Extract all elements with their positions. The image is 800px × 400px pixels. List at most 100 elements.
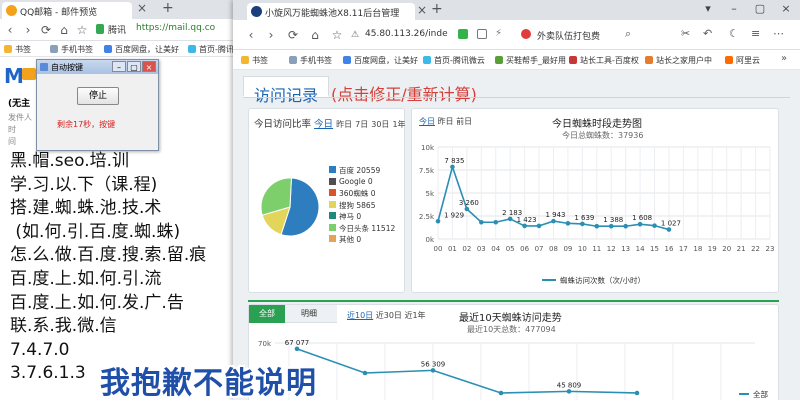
bookmark-item[interactable]: 买鞋帮手_最好用 xyxy=(495,55,566,66)
pie-legend-item[interactable]: 神马 0 xyxy=(329,211,361,222)
hourly-yesterday-link[interactable]: 昨日 xyxy=(438,117,454,126)
data-point[interactable] xyxy=(637,221,643,227)
back-icon[interactable]: ‹ xyxy=(243,27,259,43)
window-minimize-icon[interactable]: – xyxy=(721,2,747,15)
hourly-legend[interactable]: 蜘蛛访问次数（次/小时） xyxy=(542,275,645,286)
refresh-icon[interactable]: ⟳ xyxy=(285,27,301,43)
data-point[interactable] xyxy=(464,206,470,212)
minimize-button[interactable]: – xyxy=(112,61,126,72)
period-30d-link[interactable]: 30日 xyxy=(371,120,389,129)
right-url[interactable]: 45.80.113.26/inde xyxy=(365,29,448,39)
tab-visit-records[interactable]: 访问记录 xyxy=(243,76,330,105)
period-1y-link[interactable]: 1年 xyxy=(392,120,405,129)
dialog-title-bar[interactable]: 自动按键 – ▢ × xyxy=(37,60,158,74)
data-point[interactable] xyxy=(634,390,640,396)
hourly-daybefore-link[interactable]: 前日 xyxy=(456,117,472,126)
pie-legend-item[interactable]: 今日头条 11512 xyxy=(329,223,395,234)
search-box[interactable]: 外卖队伍打包费 xyxy=(537,29,600,42)
pie-legend-item[interactable]: 360蜘蛛 0 xyxy=(329,188,375,199)
close-tab-icon[interactable]: × xyxy=(417,3,427,17)
data-point[interactable] xyxy=(652,223,657,228)
pie-legend-item[interactable]: Google 0 xyxy=(329,177,373,186)
data-point[interactable] xyxy=(536,223,542,229)
recent10-1y-link[interactable]: 近1年 xyxy=(404,311,425,320)
data-point[interactable] xyxy=(522,223,527,229)
recent10-10d-link[interactable]: 近10日 xyxy=(347,311,373,320)
left-tab-qqmail[interactable]: QQ邮箱 - 邮件预览 xyxy=(2,2,132,19)
bookmark-item[interactable]: 站长之家用户中 xyxy=(645,55,712,66)
right-tab-admin[interactable]: 小旋风万能蜘蛛池X8.11后台管理 xyxy=(247,3,415,20)
back-icon[interactable]: ‹ xyxy=(2,22,18,38)
data-point[interactable] xyxy=(294,346,300,352)
data-point[interactable] xyxy=(479,219,484,225)
restore-button[interactable]: ▢ xyxy=(127,61,141,72)
undo-icon[interactable]: ↶ xyxy=(703,27,712,40)
data-point[interactable] xyxy=(666,227,672,232)
data-point[interactable] xyxy=(566,389,572,394)
pie-legend-item[interactable]: 搜狗 5865 xyxy=(329,200,375,211)
lightning-icon[interactable]: ⚡ xyxy=(495,28,502,39)
data-point[interactable] xyxy=(493,219,499,225)
period-yesterday-link[interactable]: 昨日 xyxy=(336,120,352,129)
data-point[interactable] xyxy=(623,223,628,229)
pie-legend-item[interactable]: 其他 0 xyxy=(329,234,361,245)
data-point[interactable] xyxy=(498,390,504,396)
tab-detail[interactable]: 明细 xyxy=(291,305,327,323)
pie-legend-item[interactable]: 百度 20559 xyxy=(329,165,380,176)
new-tab-icon[interactable]: + xyxy=(162,0,174,16)
hourly-today-link[interactable]: 今日 xyxy=(419,117,435,126)
bookmark-item[interactable]: 首页-腾讯微云 xyxy=(423,55,485,66)
window-maximize-icon[interactable]: ▢ xyxy=(747,2,773,15)
more-icon[interactable]: ⋯ xyxy=(773,27,784,40)
more-bookmarks-icon[interactable]: » xyxy=(781,53,787,64)
data-point[interactable] xyxy=(430,368,436,373)
qqmail-icon xyxy=(6,5,17,16)
data-point[interactable] xyxy=(580,221,585,227)
period-7d-link[interactable]: 7日 xyxy=(355,120,368,129)
data-point[interactable] xyxy=(551,218,556,224)
tab-menu-icon[interactable]: ▾ xyxy=(695,2,721,15)
menu-icon[interactable]: ≡ xyxy=(751,27,760,40)
bookmark-item[interactable]: 百度网盘，让美好 xyxy=(104,44,179,55)
close-button[interactable]: × xyxy=(142,61,156,72)
data-point[interactable] xyxy=(594,223,600,229)
bookmark-item[interactable]: 阿里云 xyxy=(725,55,760,66)
bookmark-item[interactable]: 书签 xyxy=(241,55,268,66)
data-point[interactable] xyxy=(507,216,513,222)
extension-icon[interactable] xyxy=(458,29,468,39)
period-today-link[interactable]: 今日 xyxy=(314,119,333,130)
bookmark-star-icon[interactable]: ☆ xyxy=(74,22,90,38)
reader-icon[interactable] xyxy=(477,29,487,39)
bookmark-item[interactable]: 首页-腾讯微 xyxy=(188,44,239,55)
data-point[interactable] xyxy=(450,164,455,170)
bookmark-item[interactable]: 书签 xyxy=(4,44,31,55)
bookmark-item[interactable]: 手机书签 xyxy=(50,44,93,55)
data-point[interactable] xyxy=(565,221,571,226)
bookmark-star-icon[interactable]: ☆ xyxy=(329,27,345,43)
data-point[interactable] xyxy=(362,370,368,376)
forward-icon[interactable]: › xyxy=(263,27,279,43)
bookmark-item[interactable]: 手机书签 xyxy=(289,55,332,66)
night-mode-icon[interactable]: ☾ xyxy=(729,27,739,40)
new-tab-icon[interactable]: + xyxy=(431,1,443,17)
left-url[interactable]: https://mail.qq.co xyxy=(136,23,215,33)
recent10-legend[interactable]: 全部 xyxy=(739,389,768,400)
forward-icon[interactable]: › xyxy=(20,22,36,38)
bookmark-item[interactable]: 百度网盘，让美好 xyxy=(343,55,418,66)
mail-subject: (无主 xyxy=(8,99,31,109)
home-icon[interactable]: ⌂ xyxy=(307,27,323,43)
home-icon[interactable]: ⌂ xyxy=(56,22,72,38)
search-icon[interactable]: ⌕ xyxy=(625,27,631,41)
close-tab-icon[interactable]: × xyxy=(137,1,147,15)
refresh-icon[interactable]: ⟳ xyxy=(38,22,54,38)
tab-all[interactable]: 全部 xyxy=(249,305,285,323)
stop-button[interactable]: 停止 xyxy=(77,87,119,105)
bookmark-item[interactable]: 站长工具-百度权 xyxy=(569,55,639,66)
recent10-30d-link[interactable]: 近30日 xyxy=(376,311,402,320)
page-info-icon[interactable]: ⚠ xyxy=(351,30,359,40)
data-point[interactable] xyxy=(435,218,441,224)
recalculate-link[interactable]: (点击修正/重新计算) xyxy=(321,76,487,104)
window-close-icon[interactable]: × xyxy=(773,2,799,15)
cut-icon[interactable]: ✂ xyxy=(681,27,690,40)
data-point[interactable] xyxy=(608,223,614,229)
